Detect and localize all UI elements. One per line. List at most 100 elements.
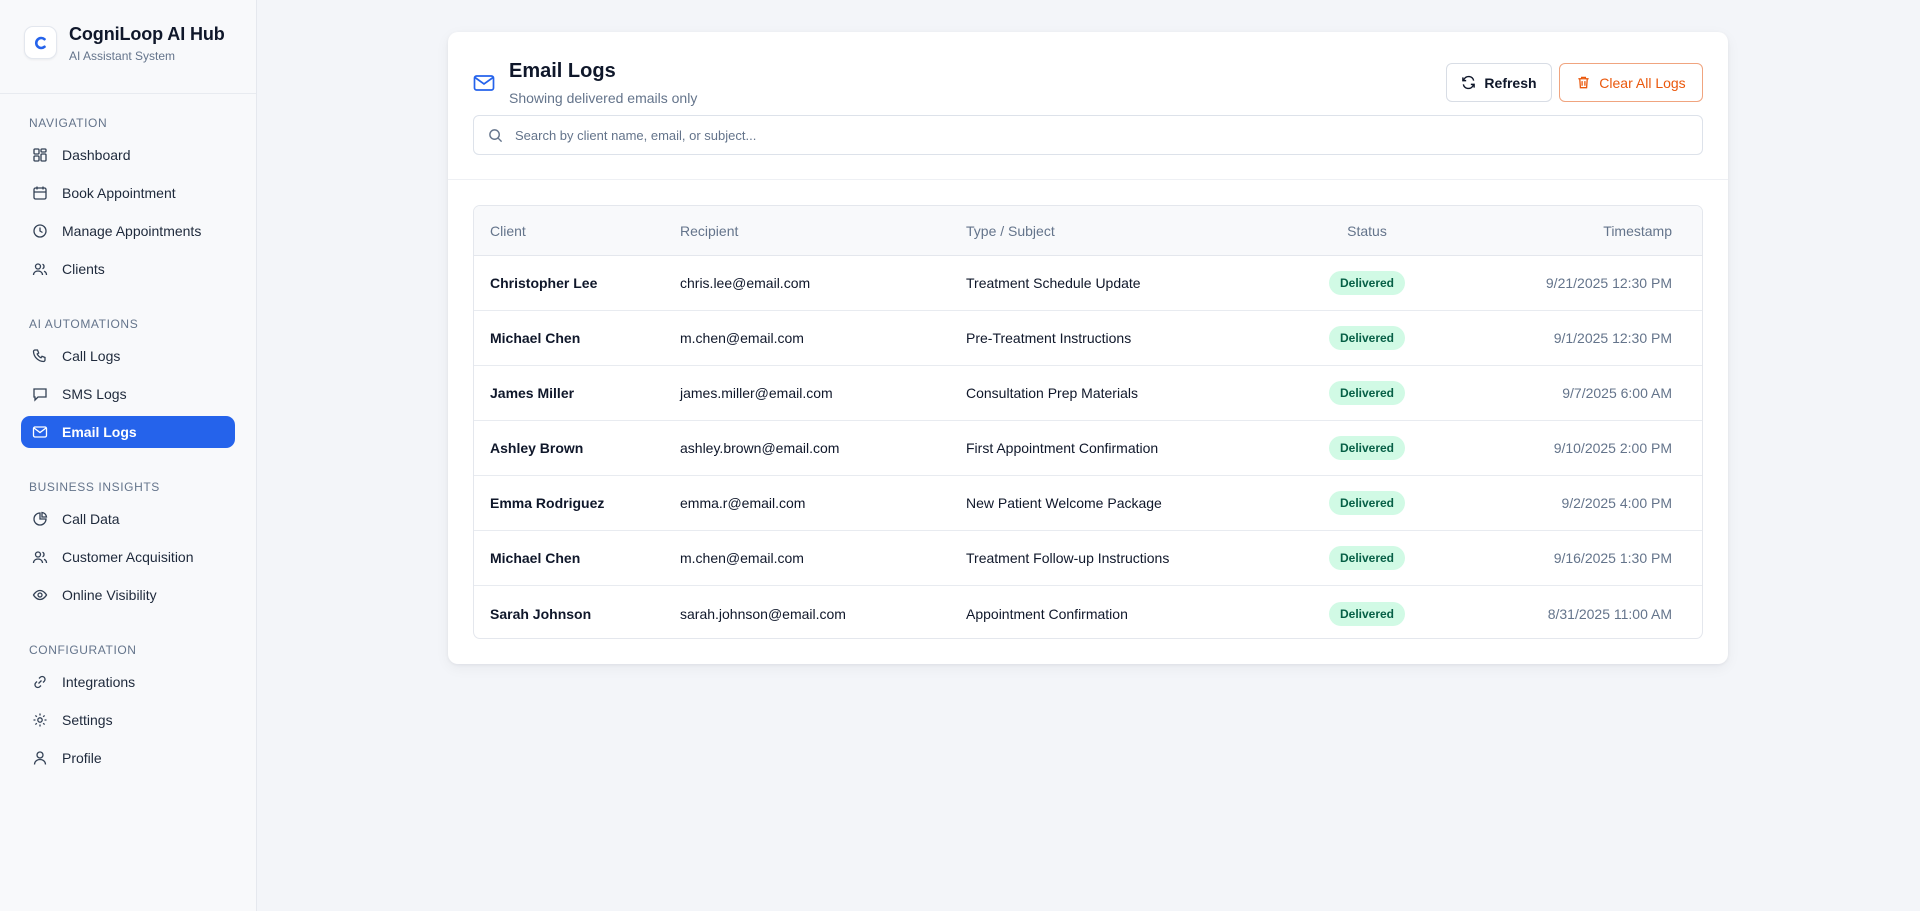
brand-title: CogniLoop AI Hub xyxy=(69,24,225,44)
sidebar-item-profile[interactable]: Profile xyxy=(21,742,235,774)
card-header: Email Logs Showing delivered emails only… xyxy=(448,32,1728,180)
table-header: Client Recipient Type / Subject Status T… xyxy=(474,206,1702,256)
users-icon xyxy=(32,551,48,564)
sidebar: CogniLoop AI Hub AI Assistant System NAV… xyxy=(0,0,257,911)
email-subject: Appointment Confirmation xyxy=(966,605,1128,622)
brand: CogniLoop AI Hub AI Assistant System xyxy=(0,0,256,94)
email-logs-table: Client Recipient Type / Subject Status T… xyxy=(473,205,1703,639)
nav-section-business-insights: BUSINESS INSIGHTS Call Data Customer Acq… xyxy=(0,477,256,611)
recipient-email: emma.r@email.com xyxy=(680,495,806,511)
nav-heading: BUSINESS INSIGHTS xyxy=(29,480,160,494)
timestamp: 8/31/2025 11:00 AM xyxy=(1547,605,1672,622)
brand-subtitle: AI Assistant System xyxy=(69,49,176,63)
client-name: James Miller xyxy=(490,385,575,401)
sidebar-item-settings[interactable]: Settings xyxy=(21,704,235,736)
sidebar-item-label: Book Appointment xyxy=(62,185,176,201)
sidebar-item-label: Online Visibility xyxy=(62,587,157,603)
status-badge: Delivered xyxy=(1328,601,1406,626)
timestamp: 9/10/2025 2:00 PM xyxy=(1553,440,1672,456)
recipient-email: m.chen@email.com xyxy=(680,550,804,566)
email-logs-card: Email Logs Showing delivered emails only… xyxy=(448,32,1728,664)
page-title: Email Logs xyxy=(509,60,616,82)
logo-icon xyxy=(24,26,57,59)
table-row[interactable]: Ashley Brown ashley.brown@email.com Firs… xyxy=(474,421,1702,476)
recipient-email: sarah.johnson@email.com xyxy=(680,605,846,622)
sidebar-item-sms-logs[interactable]: SMS Logs xyxy=(21,378,235,410)
nav-section-navigation: NAVIGATION Dashboard Book Appointment Ma… xyxy=(0,113,256,285)
clock-icon xyxy=(33,224,47,238)
sidebar-item-book-appointment[interactable]: Book Appointment xyxy=(21,177,235,209)
email-subject: Treatment Follow-up Instructions xyxy=(966,550,1170,566)
client-name: Ashley Brown xyxy=(490,440,584,456)
phone-icon xyxy=(32,349,46,363)
message-icon xyxy=(33,388,47,402)
table-row[interactable]: Emma Rodriguez emma.r@email.com New Pati… xyxy=(474,476,1702,531)
email-subject: First Appointment Confirmation xyxy=(966,440,1159,456)
refresh-button[interactable]: Refresh xyxy=(1446,63,1552,102)
nav-section-configuration: CONFIGURATION Integrations Settings Prof… xyxy=(0,640,256,774)
sidebar-item-label: Dashboard xyxy=(62,147,131,163)
client-name: Sarah Johnson xyxy=(490,605,592,622)
gear-icon xyxy=(33,713,47,727)
status-badge: Delivered xyxy=(1328,271,1406,295)
sidebar-item-label: Email Logs xyxy=(62,424,137,440)
sidebar-item-label: Manage Appointments xyxy=(62,223,202,239)
dashboard-icon xyxy=(33,148,47,162)
mail-icon xyxy=(473,75,495,91)
recipient-email: ashley.brown@email.com xyxy=(680,440,840,456)
table-row[interactable]: James Miller james.miller@email.com Cons… xyxy=(474,366,1702,421)
calendar-icon xyxy=(33,186,47,200)
column-header-status[interactable]: Status xyxy=(1293,223,1441,239)
status-badge: Delivered xyxy=(1328,436,1406,460)
recipient-email: chris.lee@email.com xyxy=(680,275,811,291)
trash-icon xyxy=(1578,76,1589,89)
users-icon xyxy=(32,263,48,276)
sidebar-item-label: Profile xyxy=(62,750,102,766)
column-header-subject[interactable]: Type / Subject xyxy=(966,223,1293,239)
sidebar-item-clients[interactable]: Clients xyxy=(21,253,235,285)
email-subject: Pre-Treatment Instructions xyxy=(966,330,1132,346)
sidebar-item-call-data[interactable]: Call Data xyxy=(21,503,235,535)
table-row[interactable]: Michael Chen m.chen@email.com Treatment … xyxy=(474,531,1702,586)
sidebar-item-label: Call Logs xyxy=(62,348,121,364)
clear-all-logs-button[interactable]: Clear All Logs xyxy=(1559,63,1703,102)
clear-all-logs-label: Clear All Logs xyxy=(1599,74,1686,91)
table-row[interactable]: Christopher Lee chris.lee@email.com Trea… xyxy=(474,256,1702,311)
nav-section-ai-automations: AI AUTOMATIONS Call Logs SMS Logs Email … xyxy=(0,314,256,448)
sidebar-item-online-visibility[interactable]: Online Visibility xyxy=(21,579,235,611)
mail-icon xyxy=(32,426,48,438)
sidebar-item-call-logs[interactable]: Call Logs xyxy=(21,340,235,372)
status-badge: Delivered xyxy=(1328,326,1406,350)
sidebar-item-manage-appointments[interactable]: Manage Appointments xyxy=(21,215,235,247)
table-row[interactable]: Sarah Johnson sarah.johnson@email.com Ap… xyxy=(474,586,1702,638)
sidebar-item-label: Call Data xyxy=(62,511,120,527)
sidebar-item-dashboard[interactable]: Dashboard xyxy=(21,139,235,171)
recipient-email: m.chen@email.com xyxy=(680,330,804,346)
email-subject: Treatment Schedule Update xyxy=(966,275,1141,291)
sidebar-item-integrations[interactable]: Integrations xyxy=(21,666,235,698)
timestamp: 9/16/2025 1:30 PM xyxy=(1553,550,1672,566)
email-subject: New Patient Welcome Package xyxy=(966,495,1162,511)
table-row[interactable]: Michael Chen m.chen@email.com Pre-Treatm… xyxy=(474,311,1702,366)
column-header-timestamp[interactable]: Timestamp xyxy=(1441,223,1688,239)
user-icon xyxy=(33,751,47,765)
sidebar-item-customer-acquisition[interactable]: Customer Acquisition xyxy=(21,541,235,573)
timestamp: 9/7/2025 6:00 AM xyxy=(1562,385,1672,401)
timestamp: 9/2/2025 4:00 PM xyxy=(1561,495,1672,511)
sidebar-item-label: Customer Acquisition xyxy=(62,549,194,565)
search-icon xyxy=(489,128,503,142)
status-badge: Delivered xyxy=(1328,546,1406,570)
search-input[interactable] xyxy=(515,127,1665,143)
sidebar-item-email-logs[interactable]: Email Logs xyxy=(21,416,235,448)
sidebar-item-label: Integrations xyxy=(62,674,136,690)
client-name: Christopher Lee xyxy=(490,275,598,291)
timestamp: 9/21/2025 12:30 PM xyxy=(1545,275,1672,291)
timestamp: 9/1/2025 12:30 PM xyxy=(1553,330,1672,346)
column-header-client[interactable]: Client xyxy=(474,223,680,239)
email-subject: Consultation Prep Materials xyxy=(966,385,1138,401)
status-badge: Delivered xyxy=(1328,491,1406,515)
refresh-icon xyxy=(1462,75,1476,90)
sidebar-item-label: Clients xyxy=(62,261,105,277)
client-name: Michael Chen xyxy=(490,550,581,566)
column-header-recipient[interactable]: Recipient xyxy=(680,223,966,239)
